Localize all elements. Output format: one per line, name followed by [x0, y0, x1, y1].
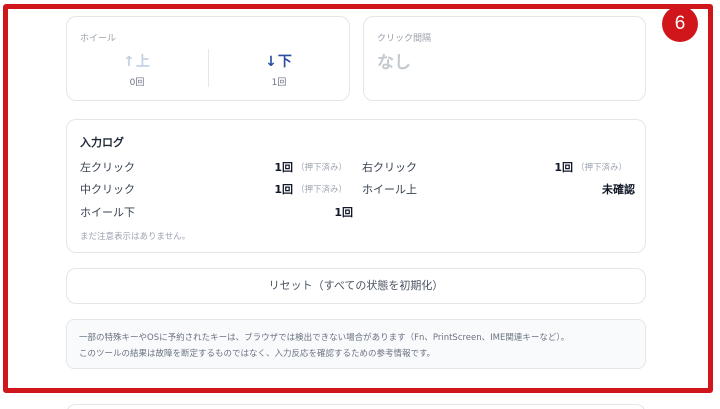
log-wheel-up-count: 未確認	[602, 183, 635, 196]
log-middle-click-label: 中クリック	[80, 183, 135, 196]
wheel-card: ホイール ↑上 0回 ↓下 1回	[66, 16, 350, 101]
log-right-click-note: （押下済み）	[576, 163, 628, 173]
log-middle-click-note: （押下済み）	[296, 185, 348, 195]
log-right-click-label: 右クリック	[362, 161, 417, 174]
click-interval-card: クリック間隔 なし	[363, 16, 646, 101]
notice-line-2: このツールの結果は故障を断定するものではなく、入力反応を確認するための参考情報で…	[79, 349, 436, 359]
input-log-footer: まだ注意表示はありません。	[80, 232, 191, 242]
wheel-down-count: 1回	[271, 78, 287, 88]
wheel-down-label: ↓下	[265, 54, 293, 70]
log-wheel-down-label: ホイール下	[80, 206, 135, 219]
reset-button[interactable]: リセット（すべての状態を初期化）	[66, 268, 646, 304]
notice-line-1: 一部の特殊キーやOSに予約されたキーは、ブラウザでは検出できない場合があります（…	[79, 333, 570, 343]
wheel-up-label: ↑上	[123, 54, 151, 70]
wheel-label: ホイール	[80, 34, 117, 44]
wheel-up-count: 0回	[129, 78, 145, 88]
log-wheel-up-label: ホイール上	[362, 183, 417, 196]
wheel-up-indicator: ↑上 0回	[67, 53, 207, 88]
input-log-title: 入力ログ	[80, 136, 124, 149]
input-log-card: 入力ログ 左クリック 1回 （押下済み） 右クリック 1回 （押下済み） 中クリ…	[66, 119, 646, 253]
log-right-click-count: 1回	[554, 161, 573, 174]
click-interval-value: なし	[377, 53, 411, 73]
notice-box: 一部の特殊キーやOSに予約されたキーは、ブラウザでは検出できない場合があります（…	[66, 319, 646, 369]
log-left-click-label: 左クリック	[80, 161, 135, 174]
log-left-click-count: 1回	[274, 161, 293, 174]
click-interval-label: クリック間隔	[377, 34, 432, 44]
log-left-click-note: （押下済み）	[296, 163, 348, 173]
next-card-partial	[66, 404, 646, 409]
log-wheel-down-count: 1回	[334, 206, 353, 219]
annotation-number-badge: 6	[662, 6, 698, 42]
log-middle-click-count: 1回	[274, 183, 293, 196]
wheel-down-indicator: ↓下 1回	[209, 53, 349, 88]
